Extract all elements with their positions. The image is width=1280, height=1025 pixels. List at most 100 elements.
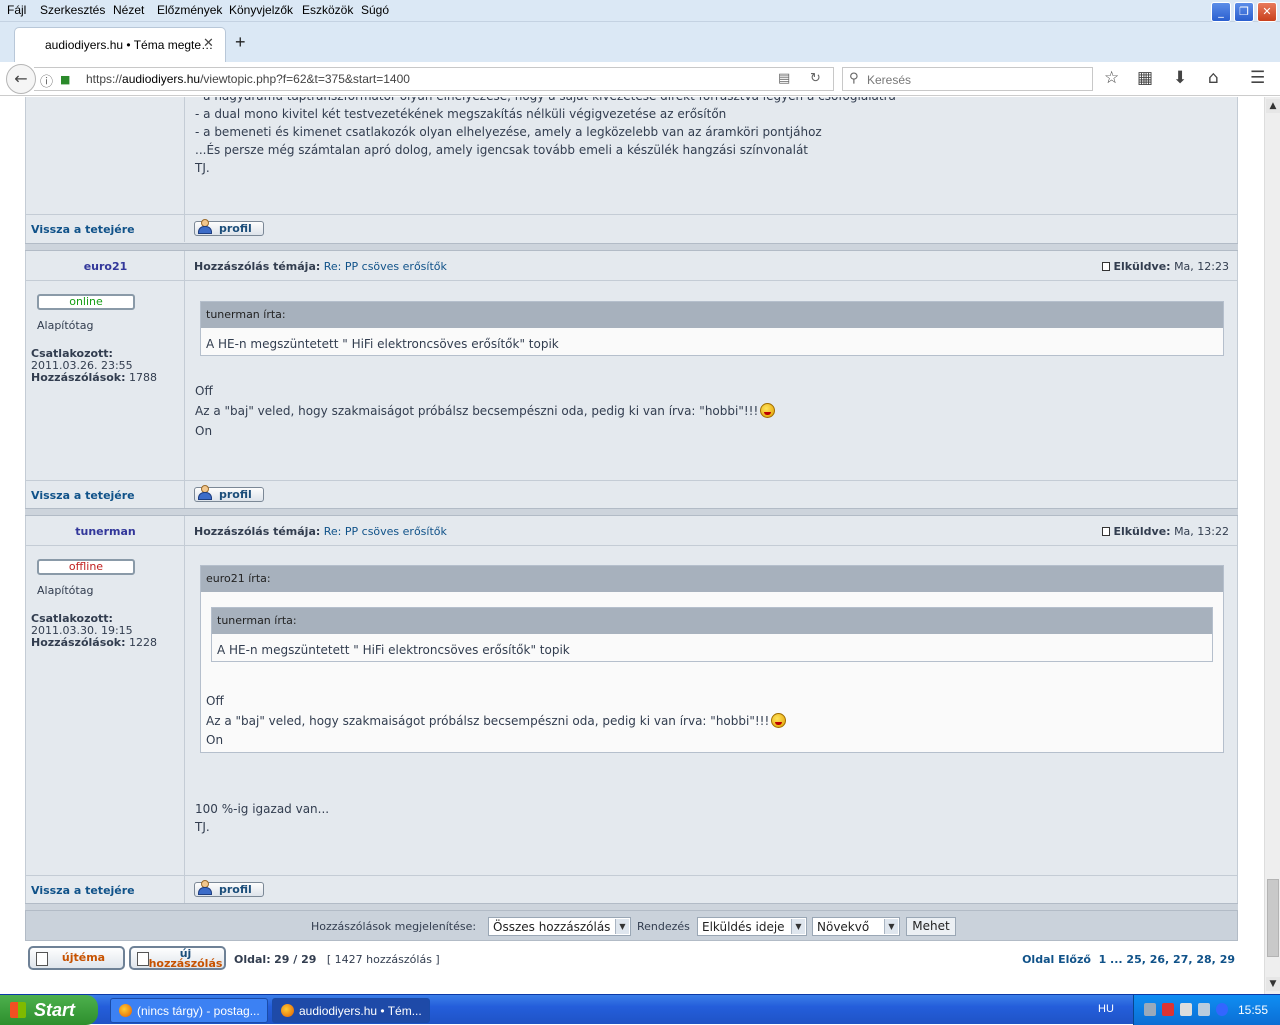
user-rank: Alapítótag [37, 319, 94, 332]
bookmark-star-icon[interactable]: ☆ [1104, 68, 1119, 88]
scroll-down-icon[interactable]: ▼ [1266, 977, 1280, 991]
previous-page-link[interactable]: Oldal Előző [1022, 953, 1091, 966]
home-icon[interactable]: ⌂ [1208, 68, 1219, 88]
document-icon [137, 952, 149, 966]
document-icon [36, 952, 48, 966]
clock[interactable]: 15:55 [1238, 1003, 1268, 1017]
scroll-up-icon[interactable]: ▲ [1266, 99, 1280, 113]
post-header: tunerman Hozzászólás témája: Re: PP csöv… [26, 516, 1237, 546]
bluetooth-icon[interactable] [1216, 1003, 1228, 1016]
post-icon[interactable] [1102, 527, 1111, 536]
post-line: Az a "baj" veled, hogy szakmaiságot prób… [195, 402, 776, 420]
reply-button[interactable]: új hozzászólás [129, 946, 226, 970]
quote-line: On [206, 733, 224, 747]
page-viewport: - a nagyáramú táptranszformátor olyan el… [0, 97, 1264, 994]
post-line: TJ. [195, 820, 210, 834]
back-to-top-link[interactable]: Vissza a tetejére [31, 489, 135, 502]
menu-bookmarks[interactable]: Könyvjelzők [229, 3, 293, 17]
download-icon[interactable]: ⬇ [1173, 68, 1187, 88]
language-indicator[interactable]: HU [1098, 1003, 1114, 1015]
tray-app-icon[interactable] [1198, 1003, 1210, 1016]
menu-edit[interactable]: Szerkesztés [40, 3, 105, 17]
profile-button[interactable]: profil [194, 880, 264, 897]
volume-icon[interactable] [1180, 1003, 1192, 1016]
menu-history[interactable]: Előzmények [157, 3, 222, 17]
chevron-down-icon: ▼ [615, 919, 629, 934]
menu-file[interactable]: Fájl [7, 3, 26, 17]
post-footer: Vissza a tetejére profil [26, 875, 1237, 903]
taskbar-item-active[interactable]: audiodiyers.hu • Tém... [272, 998, 430, 1023]
bookmarks-list-icon[interactable]: ▦ [1137, 68, 1153, 88]
tab-close-icon[interactable]: ✕ [203, 36, 214, 51]
vertical-scrollbar[interactable]: ▲ ▼ [1264, 97, 1280, 994]
post-tunerman: tunerman Hozzászólás témája: Re: PP csöv… [25, 516, 1238, 903]
lock-icon[interactable]: ■ [60, 73, 70, 86]
info-icon[interactable]: ⓘ [40, 71, 53, 90]
menu-help[interactable]: Súgó [361, 3, 389, 17]
browser-tab[interactable]: audiodiyers.hu • Téma megte… ✕ [14, 27, 226, 62]
quote-line: Off [206, 694, 224, 708]
post-author-column [26, 97, 185, 214]
network-icon[interactable] [1144, 1003, 1156, 1016]
menu-view[interactable]: Nézet [113, 3, 144, 17]
post-footer: Vissza a tetejére profil [26, 480, 1237, 508]
quote-line: Az a "baj" veled, hogy szakmaiságot prób… [206, 712, 787, 730]
page-info: Oldal: 29 / 29 [ 1427 hozzászólás ] [234, 953, 440, 966]
post-line: Off [195, 384, 213, 398]
post-separator [25, 243, 1238, 251]
back-button[interactable]: ← [6, 64, 36, 94]
post-icon[interactable] [1102, 262, 1111, 271]
new-topic-button[interactable]: újtéma [28, 946, 125, 970]
new-tab-button[interactable]: + [235, 32, 246, 53]
profile-button[interactable]: profil [194, 485, 264, 502]
search-placeholder: Keresés [867, 73, 912, 87]
maximize-button[interactable]: ❐ [1234, 2, 1254, 22]
user-rank: Alapítótag [37, 584, 94, 597]
username[interactable]: euro21 [26, 260, 185, 273]
taskbar-item[interactable]: (nincs tárgy) - postag... [110, 998, 268, 1023]
url-bar[interactable]: ⓘ ■ https://audiodiyers.hu/viewtopic.php… [34, 67, 834, 91]
minimize-button[interactable]: _ [1211, 2, 1231, 22]
post-line: - a dual mono kivitel két testvezetékéne… [195, 107, 727, 121]
username[interactable]: tunerman [26, 525, 185, 538]
back-to-top-link[interactable]: Vissza a tetejére [31, 884, 135, 897]
user-icon [198, 219, 212, 234]
close-window-button[interactable]: ✕ [1257, 2, 1277, 22]
sort-order-select[interactable]: Növekvő ▼ [812, 917, 900, 936]
page-links[interactable]: 1 ... 25, 26, 27, 28, 29 [1099, 953, 1235, 966]
start-button[interactable]: Start [0, 995, 98, 1025]
post-subject-link[interactable]: Re: PP csöves erősítők [324, 260, 447, 273]
sort-label: Rendezés [637, 920, 690, 933]
post-date: Elküldve: Ma, 13:22 [1102, 525, 1229, 538]
tab-bar: audiodiyers.hu • Téma megte… ✕ + [0, 22, 1280, 62]
navigation-bar: ⓘ ■ https://audiodiyers.hu/viewtopic.php… [0, 62, 1280, 96]
display-select[interactable]: Összes hozzászólás ▼ [488, 917, 631, 936]
windows-taskbar: Start (nincs tárgy) - postag... audiodiy… [0, 994, 1280, 1025]
laughing-smiley-icon [760, 403, 776, 418]
status-badge: offline [37, 559, 135, 575]
post-line: - a nagyáramú táptranszformátor olyan el… [195, 97, 896, 105]
menu-tools[interactable]: Eszközök [302, 3, 353, 17]
post-footer: Vissza a tetejére profil [26, 214, 1237, 242]
back-arrow-icon: ← [14, 69, 28, 88]
url-text[interactable]: https://audiodiyers.hu/viewtopic.php?f=6… [86, 72, 410, 86]
post-subject: Hozzászólás témája: Re: PP csöves erősít… [194, 260, 447, 273]
sort-bar: Hozzászólások megjelenítése: Összes hozz… [25, 910, 1238, 941]
search-box[interactable]: ⚲ Keresés [842, 67, 1093, 91]
reload-icon[interactable]: ↻ [810, 71, 821, 86]
user-icon [198, 880, 212, 895]
quote-header: tunerman írta: [201, 302, 1223, 328]
quote-block: euro21 írta: tunerman írta: A HE-n megsz… [200, 565, 1224, 753]
back-to-top-link[interactable]: Vissza a tetejére [31, 223, 135, 236]
nested-quote-block: tunerman írta: A HE-n megszüntetett " Hi… [211, 607, 1213, 662]
scroll-thumb[interactable] [1267, 879, 1279, 957]
post-subject-link[interactable]: Re: PP csöves erősítők [324, 525, 447, 538]
hamburger-menu-icon[interactable]: ☰ [1250, 68, 1265, 88]
firefox-icon [281, 1004, 294, 1017]
status-badge: online [37, 294, 135, 310]
shield-icon[interactable] [1162, 1003, 1174, 1016]
sort-key-select[interactable]: Elküldés ideje ▼ [697, 917, 807, 936]
reader-view-icon[interactable]: ▤ [778, 71, 790, 86]
go-button[interactable]: Mehet [906, 917, 956, 936]
profile-button[interactable]: profil [194, 219, 264, 236]
